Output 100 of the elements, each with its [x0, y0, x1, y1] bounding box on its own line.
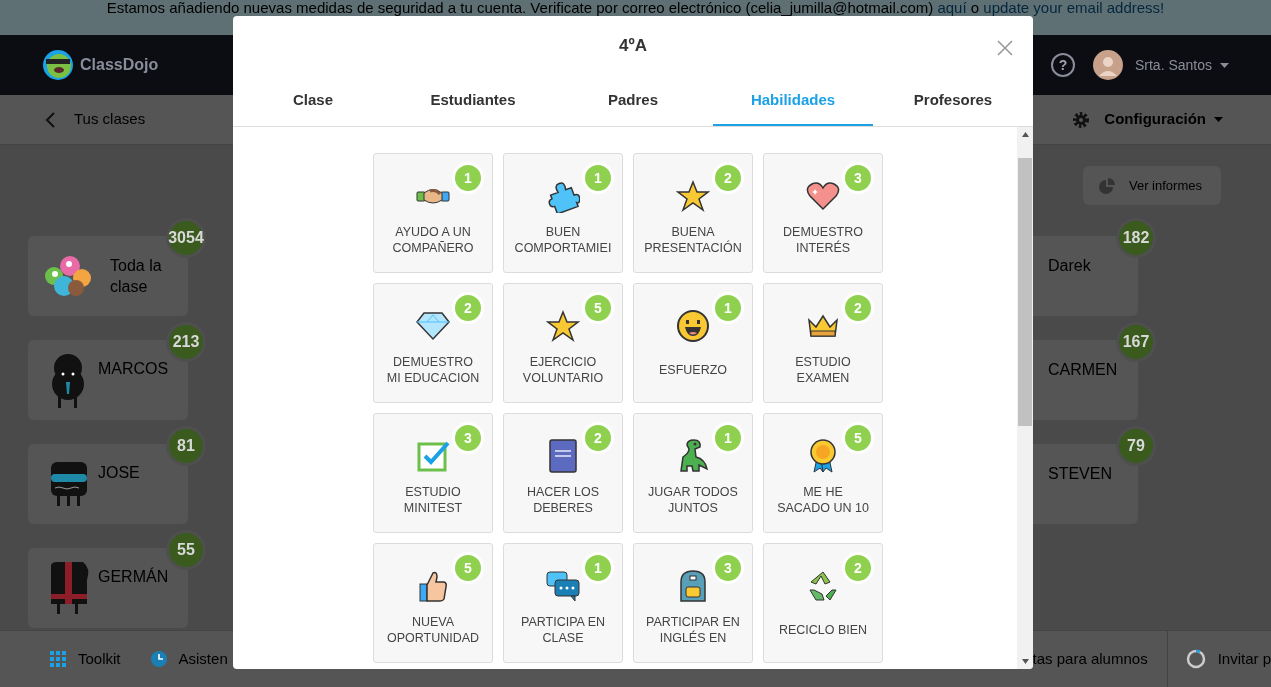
- checkbox-icon: [416, 439, 450, 473]
- caret-icon: [1220, 62, 1229, 68]
- spinner-icon: [1185, 649, 1206, 669]
- logo-icon: [42, 49, 74, 81]
- student-name: Darek: [1048, 256, 1091, 276]
- skill-tile[interactable]: AYUDO A UN COMPAÑERO 1: [373, 153, 493, 273]
- scroll-up-icon[interactable]: [1021, 132, 1029, 137]
- grid-icon: [50, 651, 66, 667]
- crown-icon: [806, 312, 840, 340]
- skill-label: BUENA PRESENTACIÓN: [644, 224, 742, 256]
- count-badge: 5: [842, 422, 874, 454]
- dialog-title: 4ºA: [619, 35, 647, 58]
- skill-label: NUEVA OPORTUNIDAD: [386, 614, 480, 646]
- points-badge: 79: [1116, 426, 1156, 466]
- student-name: GERMÁN: [98, 566, 169, 587]
- student-name: JOSE: [98, 463, 140, 483]
- count-badge: 3: [842, 162, 874, 194]
- student-name: CARMEN: [1048, 360, 1118, 380]
- count-badge: 2: [842, 292, 874, 324]
- avatar-icon[interactable]: [1092, 50, 1123, 80]
- dinosaur-icon: [677, 439, 709, 473]
- book-icon: [548, 439, 578, 473]
- count-badge: 3: [712, 552, 744, 584]
- points-badge: 182: [1116, 218, 1156, 258]
- skill-tile[interactable]: EJERCICIO VOLUNTARIO 5: [503, 283, 623, 403]
- heart-icon: [806, 181, 840, 211]
- tab[interactable]: Profesores: [873, 76, 1033, 126]
- skill-tile[interactable]: BUEN COMPORTAMIEI 1: [503, 153, 623, 273]
- skill-label: ESTUDIO EXAMEN: [795, 354, 851, 386]
- close-icon[interactable]: [997, 40, 1013, 56]
- skill-tile[interactable]: ESFUERZO 1: [633, 283, 753, 403]
- tab[interactable]: Clase: [233, 76, 393, 126]
- skill-tile[interactable]: DEMUESTRO INTERÉS 3: [763, 153, 883, 273]
- student-name: MARCOS: [98, 359, 169, 379]
- help-button[interactable]: ?: [1050, 53, 1075, 77]
- logo-text: ClassDojo: [80, 55, 159, 75]
- caret-icon: [1214, 117, 1223, 122]
- scrollbar[interactable]: [1017, 127, 1033, 669]
- count-badge: 2: [712, 162, 744, 194]
- skill-label: ESFUERZO: [658, 362, 728, 378]
- skill-label: AYUDO A UN COMPAÑERO: [392, 224, 474, 256]
- count-badge: 2: [842, 552, 874, 584]
- count-badge: 2: [582, 422, 614, 454]
- skill-tile[interactable]: NUEVA OPORTUNIDAD 5: [373, 543, 493, 663]
- skill-label: DEMUESTRO INTERÉS: [783, 224, 863, 256]
- skill-label: PARTICIPAR EN INGLÉS EN: [646, 614, 740, 646]
- skill-tile[interactable]: DEMUESTRO MI EDUCACION 2: [373, 283, 493, 403]
- skill-tile[interactable]: ESTUDIO MINITEST 3: [373, 413, 493, 533]
- points-badge: 81: [166, 426, 206, 466]
- scroll-down-icon[interactable]: [1021, 659, 1029, 664]
- count-badge: 1: [582, 552, 614, 584]
- points-badge: 55: [166, 530, 206, 570]
- count-badge: 2: [452, 292, 484, 324]
- recycle-icon: [806, 570, 840, 602]
- student-name: Toda la clase: [110, 256, 163, 297]
- backpack-icon: [677, 568, 709, 604]
- handshake-icon: [416, 186, 450, 206]
- thumbs-up-icon: [418, 569, 448, 603]
- student-name: STEVEN: [1048, 464, 1112, 484]
- skill-label: BUEN COMPORTAMIEI: [514, 224, 612, 256]
- count-badge: 3: [452, 422, 484, 454]
- skill-tile[interactable]: PARTICIPAR EN INGLÉS EN 3: [633, 543, 753, 663]
- count-badge: 1: [452, 162, 484, 194]
- skill-tile[interactable]: ME HE SACADO UN 10 5: [763, 413, 883, 533]
- pie-chart-icon: [1099, 177, 1115, 194]
- skill-label: ME HE SACADO UN 10: [777, 484, 869, 516]
- tab[interactable]: Estudiantes: [393, 76, 553, 126]
- skill-label: EJERCICIO VOLUNTARIO: [522, 354, 604, 386]
- puzzle-piece-icon: [546, 179, 580, 213]
- skill-label: DEMUESTRO MI EDUCACION: [386, 354, 480, 386]
- count-badge: 1: [712, 292, 744, 324]
- skill-label: JUGAR TODOS JUNTOS: [648, 484, 738, 516]
- monster-group-drawing: [42, 254, 94, 298]
- skill-tile[interactable]: BUENA PRESENTACIÓN 2: [633, 153, 753, 273]
- count-badge: 1: [712, 422, 744, 454]
- skill-label: RECICLO BIEN: [778, 622, 868, 638]
- count-badge: 5: [452, 552, 484, 584]
- award-ribbon-icon: [808, 438, 838, 474]
- points-badge: 3054: [166, 218, 206, 258]
- skill-tile[interactable]: RECICLO BIEN 2: [763, 543, 883, 663]
- points-badge: 213: [166, 322, 206, 362]
- count-badge: 1: [582, 162, 614, 194]
- notice-message: Estamos añadiendo nuevas medidas de seguridad a tu cuenta. Verificate por correo electrónico (celia_jumilla@hotmail.com) aquí o update your email address!: [106, 1, 1165, 15]
- skill-tile[interactable]: JUGAR TODOS JUNTOS 1: [633, 413, 753, 533]
- clock-icon: [150, 651, 167, 667]
- smiley-icon: [676, 309, 710, 343]
- star-icon: [546, 309, 580, 343]
- skill-label: ESTUDIO MINITEST: [403, 484, 463, 516]
- settings-icon[interactable]: [1072, 110, 1091, 129]
- skill-label: HACER LOS DEBERES: [526, 484, 600, 516]
- skill-tile[interactable]: PARTICIPA EN CLASE 1: [503, 543, 623, 663]
- skill-tile[interactable]: HACER LOS DEBERES 2: [503, 413, 623, 533]
- skill-label: PARTICIPA EN CLASE: [520, 614, 606, 646]
- count-badge: 5: [582, 292, 614, 324]
- user-menu[interactable]: Srta. Santos: [1134, 54, 1229, 76]
- points-badge: 167: [1116, 322, 1156, 362]
- tab[interactable]: Padres: [553, 76, 713, 126]
- back-icon[interactable]: [44, 110, 56, 129]
- speech-bubbles-icon: [545, 570, 581, 602]
- skill-tile[interactable]: ESTUDIO EXAMEN 2: [763, 283, 883, 403]
